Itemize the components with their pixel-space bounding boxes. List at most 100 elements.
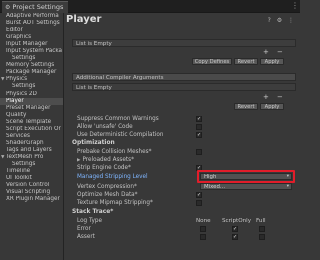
preloaded-assets-row[interactable]: ▶ Preloaded Assets* bbox=[72, 156, 296, 164]
deterministic-row: Use Deterministic Compilation ✓ bbox=[72, 131, 296, 139]
chevron-down-icon: ▾ bbox=[286, 184, 289, 189]
sidebar-item-label: XR Plugin Manager bbox=[6, 196, 60, 203]
tab-title: Project Settings bbox=[12, 3, 64, 11]
sidebar-item-label: Settings bbox=[12, 55, 36, 62]
allow-unsafe-label: Allow 'unsafe' Code bbox=[77, 124, 133, 130]
stack-trace-row: Assert ✓ bbox=[72, 233, 296, 241]
suppress-warnings-checkbox[interactable]: ✓ bbox=[196, 116, 202, 122]
sidebar-item-label: Settings bbox=[12, 160, 36, 167]
sidebar-item[interactable]: Memory Settings bbox=[0, 62, 63, 69]
sidebar-item-label: UI Toolkit bbox=[6, 175, 32, 182]
sidebar-item-label: Burst AOT Settings bbox=[6, 20, 60, 27]
sidebar-item-label: Version Control bbox=[6, 182, 50, 189]
stack-trace-full-toggle[interactable] bbox=[259, 226, 265, 232]
vertex-compression-row: Vertex Compression* Mixed... ▾ bbox=[72, 183, 296, 191]
texture-mipmap-checkbox[interactable] bbox=[196, 200, 202, 206]
sidebar-item-label: Timeline bbox=[6, 168, 31, 175]
sidebar-item[interactable]: Player bbox=[0, 97, 63, 105]
managed-stripping-label: Managed Stripping Level bbox=[77, 174, 148, 180]
stack-trace-full-toggle[interactable] bbox=[259, 234, 265, 240]
more-icon[interactable]: ⋮ bbox=[288, 17, 296, 24]
sidebar-item[interactable]: ShaderGraph bbox=[0, 140, 63, 147]
stack-trace-scriptonly-toggle[interactable]: ✓ bbox=[232, 226, 238, 232]
title-icons: ? ⚙ ⋮ bbox=[268, 17, 296, 24]
sidebar-item[interactable]: Version Control bbox=[0, 182, 63, 189]
sidebar-item[interactable]: Quality bbox=[0, 112, 63, 119]
expand-arrow-icon[interactable]: ▼ bbox=[1, 76, 4, 83]
stack-trace-none-toggle[interactable] bbox=[200, 234, 206, 240]
prebake-collision-checkbox[interactable] bbox=[196, 149, 202, 155]
sidebar-item[interactable]: Settings bbox=[0, 161, 63, 168]
stack-trace-heading: Stack Trace* bbox=[72, 209, 114, 215]
sidebar-item-label: Visual Scripting bbox=[6, 189, 51, 196]
sidebar-item[interactable]: Tags and Layers bbox=[0, 147, 63, 154]
sidebar-item[interactable]: XR Plugin Manager bbox=[0, 196, 63, 203]
sidebar-item[interactable]: Package Manager bbox=[0, 69, 63, 76]
sidebar-item[interactable]: Settings bbox=[0, 83, 63, 90]
sidebar-item[interactable]: Visual Scripting bbox=[0, 189, 63, 196]
vertex-compression-dropdown[interactable]: Mixed... ▾ bbox=[200, 183, 292, 190]
sidebar-item[interactable]: Input System Packa bbox=[0, 48, 63, 55]
settings-sidebar: Adaptive Performa Burst AOT Settings Edito… bbox=[0, 13, 64, 260]
window-menu-icon[interactable]: ⋮ bbox=[291, 0, 299, 12]
allow-unsafe-checkbox[interactable] bbox=[196, 124, 202, 130]
sidebar-item[interactable]: ▼ TextMesh Pro bbox=[0, 154, 63, 161]
suppress-warnings-label: Suppress Common Warnings bbox=[77, 116, 159, 122]
sidebar-item[interactable]: UI Toolkit bbox=[0, 175, 63, 182]
stack-trace-row: Error ✓ bbox=[72, 225, 296, 233]
vertex-compression-label: Vertex Compression* bbox=[77, 184, 137, 190]
main-panel: Player ? ⚙ ⋮ List is Empty + − Copy Defi… bbox=[64, 13, 300, 260]
remove-compiler-arg-button[interactable]: − bbox=[277, 94, 283, 101]
expand-arrow-icon[interactable]: ▼ bbox=[1, 154, 4, 161]
project-settings-tab[interactable]: ⚙ Project Settings bbox=[2, 1, 69, 13]
sidebar-item-label: Editor bbox=[6, 27, 23, 34]
sidebar-item-label: Scene Template bbox=[6, 118, 52, 125]
sidebar-item-label: Graphics bbox=[6, 34, 32, 41]
sidebar-item[interactable]: Script Execution Or bbox=[0, 126, 63, 133]
sidebar-item[interactable]: ▼ Physics bbox=[0, 76, 63, 83]
settings-icon[interactable]: ⚙ bbox=[277, 17, 284, 24]
sidebar-item[interactable]: Graphics bbox=[0, 34, 63, 41]
sidebar-item[interactable]: Services bbox=[0, 133, 63, 140]
sidebar-item[interactable]: Input Manager bbox=[0, 41, 63, 48]
sidebar-item-label: Input Manager bbox=[6, 41, 48, 48]
none-column: None bbox=[196, 218, 211, 224]
revert-defines-button[interactable]: Revert bbox=[234, 58, 258, 65]
sidebar-item-label: Preset Manager bbox=[6, 104, 51, 111]
gear-icon: ⚙ bbox=[5, 4, 11, 11]
managed-stripping-dropdown[interactable]: High ▾ bbox=[200, 173, 292, 180]
expand-arrow-icon[interactable]: ▶ bbox=[77, 158, 80, 163]
sidebar-item-label: Input System Packa bbox=[6, 48, 63, 55]
remove-define-button[interactable]: − bbox=[277, 49, 283, 56]
add-define-button[interactable]: + bbox=[263, 49, 269, 56]
copy-defines-button[interactable]: Copy Defines bbox=[192, 58, 232, 65]
log-type-column: Log Type bbox=[77, 218, 103, 224]
sidebar-item[interactable]: Timeline bbox=[0, 168, 63, 175]
sidebar-item[interactable]: Physics 2D bbox=[0, 91, 63, 98]
apply-compiler-args-button[interactable]: Apply bbox=[260, 103, 284, 110]
sidebar-item[interactable]: Settings bbox=[0, 55, 63, 62]
sidebar-item-label: Script Execution Or bbox=[6, 125, 61, 132]
sidebar-item[interactable]: Burst AOT Settings bbox=[0, 20, 63, 27]
sidebar-item[interactable]: Scene Template bbox=[0, 119, 63, 126]
prebake-collision-row: Prebake Collision Meshes* bbox=[72, 148, 296, 156]
deterministic-label: Use Deterministic Compilation bbox=[77, 132, 164, 138]
stack-trace-header-row: Log Type None ScriptOnly Full bbox=[72, 217, 296, 225]
sidebar-item[interactable]: Editor bbox=[0, 27, 63, 34]
stack-trace-none-toggle[interactable] bbox=[200, 226, 206, 232]
add-compiler-arg-button[interactable]: + bbox=[263, 94, 269, 101]
page-title: Player bbox=[66, 14, 102, 25]
sidebar-item-label: Settings bbox=[12, 83, 36, 90]
optimize-mesh-label: Optimize Mesh Data* bbox=[77, 192, 138, 198]
stack-trace-scriptonly-toggle[interactable]: ✓ bbox=[232, 234, 238, 240]
sidebar-item[interactable]: Preset Manager bbox=[0, 105, 63, 112]
sidebar-item-label: ShaderGraph bbox=[6, 139, 44, 146]
sidebar-item[interactable]: Adaptive Performa bbox=[0, 13, 63, 20]
revert-compiler-args-button[interactable]: Revert bbox=[234, 103, 258, 110]
sidebar-item-label: TextMesh Pro bbox=[6, 153, 44, 160]
optimize-mesh-checkbox[interactable]: ✓ bbox=[196, 192, 202, 198]
deterministic-checkbox[interactable]: ✓ bbox=[196, 132, 202, 138]
apply-defines-button[interactable]: Apply bbox=[260, 58, 284, 65]
vertex-compression-value: Mixed... bbox=[204, 184, 226, 190]
help-icon[interactable]: ? bbox=[268, 17, 273, 24]
